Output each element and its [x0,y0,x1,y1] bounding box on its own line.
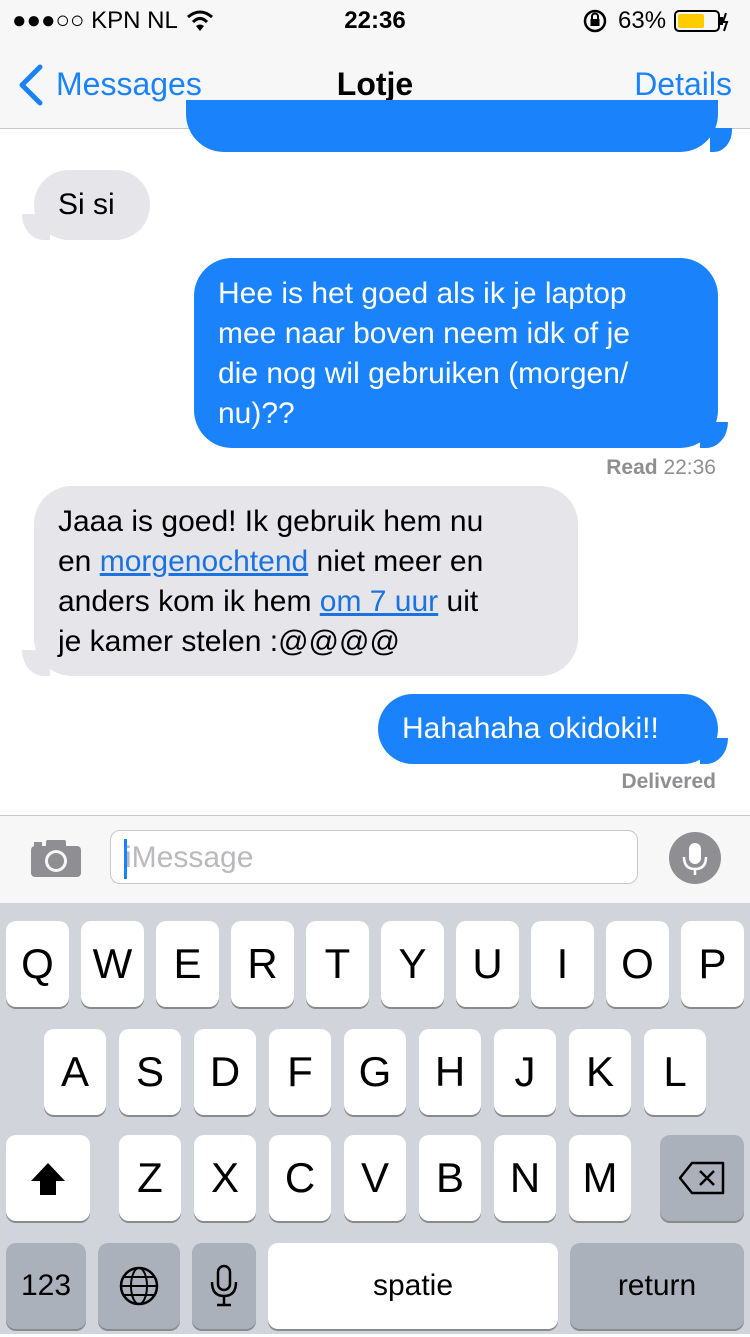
read-receipt: Read 22:36 [606,456,716,480]
numbers-key[interactable]: 123 [6,1243,86,1329]
key-g[interactable]: G [344,1029,406,1115]
space-key[interactable]: spatie [268,1243,558,1329]
key-b[interactable]: B [419,1135,481,1221]
dictation-button[interactable] [669,832,721,884]
bubble-tail [700,422,728,448]
message-text: Si si [58,188,115,221]
shift-key[interactable] [6,1135,90,1221]
key-m[interactable]: M [569,1135,631,1221]
key-r[interactable]: R [231,921,294,1007]
message-text: Hee is het goed als ik je laptop mee naa… [218,277,630,430]
bubble-tail [700,738,728,764]
outgoing-message-bubble[interactable]: Hee is het goed als ik je laptop mee naa… [194,258,718,448]
message-text: Hahahaha okidoki!! [402,712,659,745]
key-y[interactable]: Y [381,921,444,1007]
date-link[interactable]: morgenochtend [100,545,308,578]
key-t[interactable]: T [306,921,369,1007]
key-l[interactable]: L [644,1029,706,1115]
camera-icon[interactable] [30,838,82,883]
battery-percentage: 63% [618,7,667,34]
keyboard: QWERTYUIOP ASDFGHJKL ZXCVBNM 123 spatie … [0,903,750,1334]
previous-message-bubble [186,100,718,152]
bubble-tail [22,214,50,240]
imessage-text-field[interactable]: iMessage [110,830,638,884]
battery-icon [674,9,730,38]
bubble-tail [22,650,50,676]
globe-icon [119,1266,159,1306]
incoming-message-bubble[interactable]: Jaaa is goed! Ik gebruik hem nu en morge… [34,486,578,676]
globe-key[interactable] [98,1243,180,1329]
key-x[interactable]: X [194,1135,256,1221]
outgoing-message-bubble[interactable]: Hahahaha okidoki!! [378,694,718,764]
key-o[interactable]: O [606,921,669,1007]
delivered-status: Delivered [621,770,716,793]
key-e[interactable]: E [156,921,219,1007]
shift-arrow-icon [31,1163,65,1195]
time-link[interactable]: om 7 uur [320,585,438,618]
key-f[interactable]: F [269,1029,331,1115]
read-time: 22:36 [663,456,716,479]
key-n[interactable]: N [494,1135,556,1221]
message-text: Jaaa is goed! Ik gebruik hem nu en morge… [58,505,483,658]
key-k[interactable]: K [569,1029,631,1115]
microphone-icon [682,843,708,875]
key-p[interactable]: P [681,921,744,1007]
backspace-icon [678,1161,725,1195]
key-q[interactable]: Q [6,921,69,1007]
key-h[interactable]: H [419,1029,481,1115]
key-u[interactable]: U [456,921,519,1007]
key-v[interactable]: V [344,1135,406,1221]
dictation-key[interactable] [192,1243,256,1329]
key-i[interactable]: I [531,921,594,1007]
rotation-lock-icon [582,8,608,39]
key-z[interactable]: Z [119,1135,181,1221]
key-d[interactable]: D [194,1029,256,1115]
microphone-icon [210,1264,238,1307]
key-s[interactable]: S [119,1029,181,1115]
key-w[interactable]: W [81,921,144,1007]
delete-key[interactable] [660,1135,744,1221]
incoming-message-bubble[interactable]: Si si [34,170,150,240]
read-label: Read [606,456,658,479]
key-c[interactable]: C [269,1135,331,1221]
return-key[interactable]: return [570,1243,744,1329]
key-a[interactable]: A [44,1029,106,1115]
key-j[interactable]: J [494,1029,556,1115]
imessage-placeholder: iMessage [125,841,254,874]
bubble-tail [710,128,732,152]
